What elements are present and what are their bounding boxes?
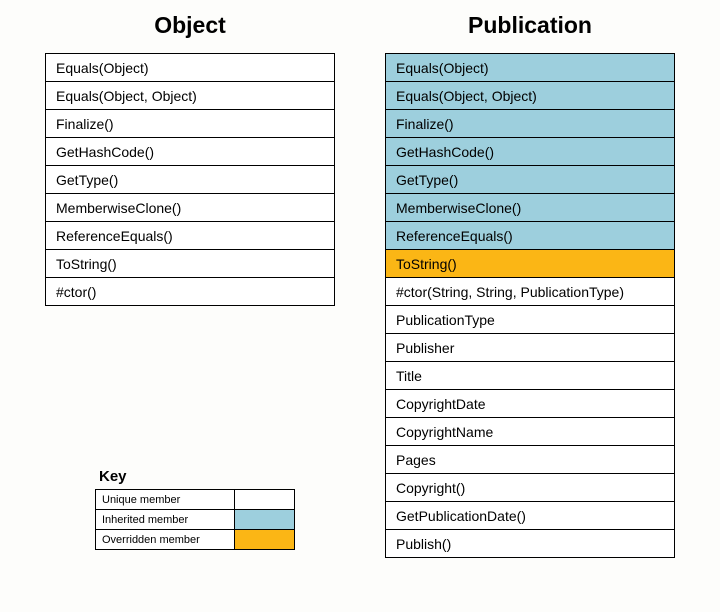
publication-member-cell: Publisher [386, 334, 675, 362]
table-row: GetHashCode() [46, 138, 335, 166]
table-row: Publish() [386, 530, 675, 558]
object-member-cell: Equals(Object) [46, 54, 335, 82]
table-row: CopyrightName [386, 418, 675, 446]
table-row: ToString() [46, 250, 335, 278]
table-row: Equals(Object) [46, 54, 335, 82]
object-member-cell: GetHashCode() [46, 138, 335, 166]
publication-member-cell: Finalize() [386, 110, 675, 138]
table-row: Finalize() [46, 110, 335, 138]
object-member-cell: ReferenceEquals() [46, 222, 335, 250]
legend-swatch [235, 530, 295, 550]
publication-member-cell: Title [386, 362, 675, 390]
object-member-cell: Finalize() [46, 110, 335, 138]
table-row: GetHashCode() [386, 138, 675, 166]
table-row: #ctor() [46, 278, 335, 306]
publication-column: Publication Equals(Object)Equals(Object,… [385, 12, 675, 558]
table-row: GetType() [46, 166, 335, 194]
publication-member-cell: CopyrightName [386, 418, 675, 446]
table-row: CopyrightDate [386, 390, 675, 418]
publication-member-cell: ToString() [386, 250, 675, 278]
object-member-cell: ToString() [46, 250, 335, 278]
publication-member-cell: GetPublicationDate() [386, 502, 675, 530]
object-column: Object Equals(Object)Equals(Object, Obje… [45, 12, 335, 306]
table-row: Copyright() [386, 474, 675, 502]
table-row: Publisher [386, 334, 675, 362]
object-member-cell: GetType() [46, 166, 335, 194]
table-row: Title [386, 362, 675, 390]
publication-member-cell: GetHashCode() [386, 138, 675, 166]
table-row: Equals(Object) [386, 54, 675, 82]
table-row: GetPublicationDate() [386, 502, 675, 530]
publication-member-cell: Equals(Object) [386, 54, 675, 82]
legend: Key Unique memberInherited memberOverrid… [95, 468, 295, 550]
legend-table: Unique memberInherited memberOverridden … [95, 489, 295, 550]
table-row: GetType() [386, 166, 675, 194]
publication-member-cell: CopyrightDate [386, 390, 675, 418]
table-row: Finalize() [386, 110, 675, 138]
legend-title: Key [95, 468, 295, 485]
publication-member-cell: GetType() [386, 166, 675, 194]
table-row: MemberwiseClone() [46, 194, 335, 222]
table-row: ReferenceEquals() [386, 222, 675, 250]
publication-member-cell: MemberwiseClone() [386, 194, 675, 222]
legend-row: Inherited member [96, 510, 295, 530]
table-row: ToString() [386, 250, 675, 278]
publication-member-cell: ReferenceEquals() [386, 222, 675, 250]
table-row: Pages [386, 446, 675, 474]
object-member-cell: MemberwiseClone() [46, 194, 335, 222]
legend-row: Overridden member [96, 530, 295, 550]
table-row: PublicationType [386, 306, 675, 334]
legend-label: Unique member [96, 490, 235, 510]
object-member-table: Equals(Object)Equals(Object, Object)Fina… [45, 53, 335, 306]
table-row: MemberwiseClone() [386, 194, 675, 222]
publication-member-cell: Publish() [386, 530, 675, 558]
publication-member-table: Equals(Object)Equals(Object, Object)Fina… [385, 53, 675, 558]
publication-member-cell: PublicationType [386, 306, 675, 334]
table-row: Equals(Object, Object) [46, 82, 335, 110]
object-member-cell: Equals(Object, Object) [46, 82, 335, 110]
object-heading: Object [45, 12, 335, 39]
table-row: ReferenceEquals() [46, 222, 335, 250]
legend-swatch [235, 510, 295, 530]
table-row: #ctor(String, String, PublicationType) [386, 278, 675, 306]
legend-label: Inherited member [96, 510, 235, 530]
table-row: Equals(Object, Object) [386, 82, 675, 110]
publication-member-cell: Equals(Object, Object) [386, 82, 675, 110]
publication-member-cell: Copyright() [386, 474, 675, 502]
publication-member-cell: Pages [386, 446, 675, 474]
legend-row: Unique member [96, 490, 295, 510]
legend-label: Overridden member [96, 530, 235, 550]
publication-heading: Publication [385, 12, 675, 39]
publication-member-cell: #ctor(String, String, PublicationType) [386, 278, 675, 306]
legend-swatch [235, 490, 295, 510]
object-member-cell: #ctor() [46, 278, 335, 306]
